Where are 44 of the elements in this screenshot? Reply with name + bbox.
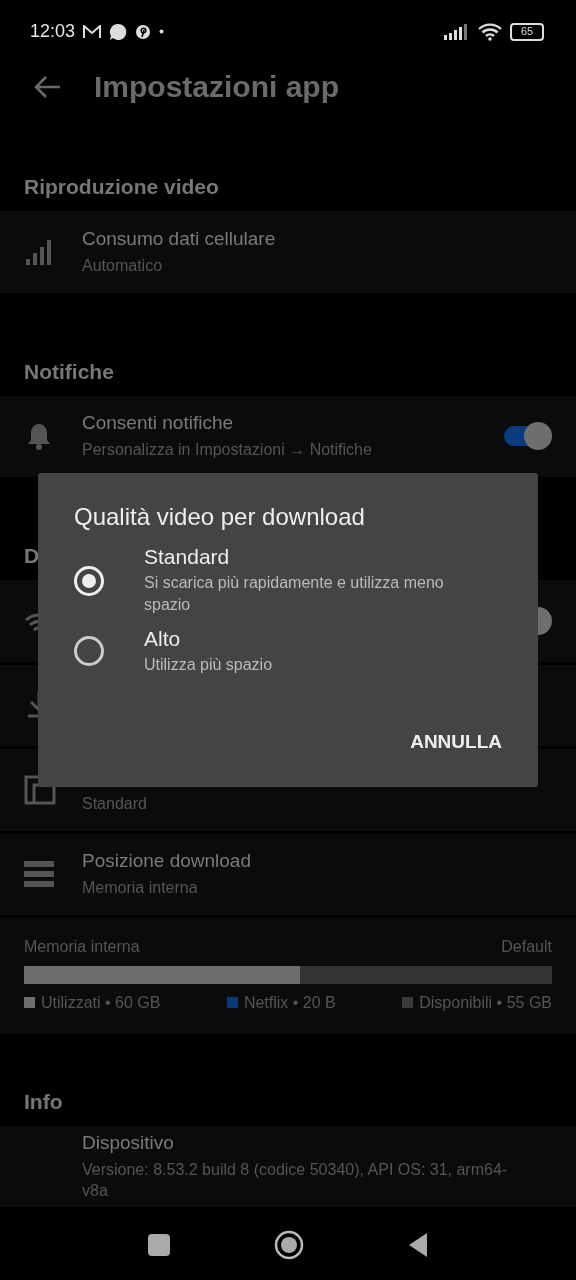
settings-row[interactable]: Consumo dati cellulare Automatico — [0, 211, 576, 293]
setting-title: Consenti notifiche — [82, 412, 235, 435]
back-icon[interactable] — [408, 1232, 428, 1259]
section-heading: Notifiche — [23, 358, 115, 385]
legend-label: Utilizzati • 60 GB — [41, 994, 161, 1012]
section-heading: Info — [23, 1089, 64, 1115]
radio-button[interactable] — [74, 636, 104, 667]
legend-label: Netflix • 20 B — [243, 994, 336, 1012]
storage-label: Memoria interna — [24, 938, 140, 956]
storage-tag: Default — [501, 938, 552, 956]
dot-icon — [159, 29, 165, 35]
storage-icon — [24, 861, 54, 888]
setting-subtitle: Memoria interna — [82, 877, 199, 898]
setting-subtitle: Automatico — [82, 255, 164, 276]
wifi-icon — [24, 610, 38, 631]
settings-row[interactable]: Dispositivo Versione: 8.53.2 build 8 (codice 50340), API OS: 31, arm64-v8a — [0, 1126, 576, 1208]
back-arrow-icon[interactable] — [34, 75, 62, 100]
option-description: Si scarica più rapidamente e utilizza meno spazio — [144, 573, 445, 616]
setting-subtitle: Standard — [82, 794, 148, 815]
battery-icon: 65 — [510, 22, 544, 41]
option-label: Alto — [144, 626, 182, 651]
mail-icon — [83, 24, 102, 39]
setting-title: Consumo dati cellulare — [82, 227, 277, 250]
signal-bars-icon — [24, 238, 52, 266]
settings-row[interactable]: Posizione download Memoria interna — [0, 833, 576, 915]
setting-subtitle: Personalizza in Impostazioni → Notifiche — [82, 440, 373, 461]
status-time: 12:03 — [30, 21, 76, 43]
setting-title: Posizione download — [82, 849, 252, 872]
recents-icon[interactable] — [148, 1234, 170, 1257]
dialog-title: Qualità video per download — [74, 503, 366, 531]
settings-row[interactable]: Consenti notifiche Personalizza in Impostazioni → Notifiche — [0, 395, 576, 478]
section-heading: Riproduzione video — [23, 174, 220, 201]
signal-icon — [444, 23, 470, 40]
home-icon[interactable] — [274, 1230, 304, 1261]
setting-subtitle: Versione: 8.53.2 build 8 (codice 50340), API OS: 31, arm64-v8a — [82, 1159, 509, 1201]
wifi-icon — [478, 22, 502, 41]
option-description: Utilizza più spazio — [144, 654, 273, 675]
option-label: Standard — [144, 545, 231, 569]
page-title: Impostazioni app — [94, 70, 339, 105]
setting-title: Dispositivo — [82, 1131, 175, 1154]
legend-label: Disponibili • 55 GB — [419, 994, 552, 1012]
pin-icon — [135, 23, 152, 40]
section-heading: D — [23, 543, 41, 570]
chat-icon — [109, 22, 128, 41]
